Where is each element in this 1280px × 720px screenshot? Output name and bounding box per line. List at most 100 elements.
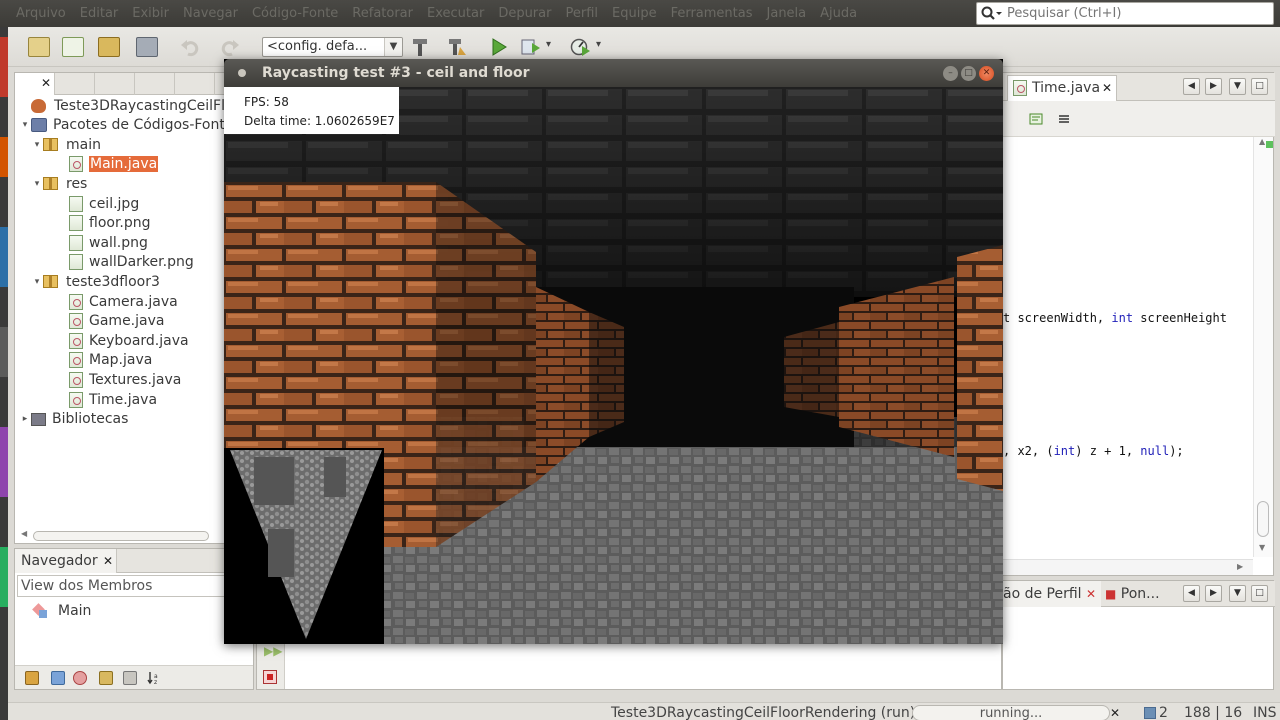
stop-icon[interactable] xyxy=(263,670,277,684)
chevron-down-icon[interactable]: ▼ xyxy=(384,38,402,56)
error-stripe-marker[interactable] xyxy=(1266,141,1273,148)
scroll-tabs-left-button[interactable]: ◀ xyxy=(1183,585,1200,602)
undo-icon[interactable] xyxy=(180,37,202,57)
menu-item[interactable]: Equipe xyxy=(612,6,657,21)
running-task-name[interactable]: Teste3DRaycastingCeilFloorRendering (run… xyxy=(611,703,915,720)
expand-icon[interactable]: ▸ xyxy=(19,414,31,424)
tree-item[interactable]: Game.java xyxy=(57,312,164,331)
collapse-icon[interactable]: ▾ xyxy=(31,277,43,287)
redo-icon[interactable] xyxy=(218,37,240,57)
show-opened-docs-button[interactable]: ▼ xyxy=(1229,78,1246,95)
tree-item[interactable]: ▾ Pacotes de Códigos-Fonte xyxy=(19,116,234,135)
clean-build-icon[interactable] xyxy=(446,37,468,57)
menu-item[interactable]: Refatorar xyxy=(352,6,413,21)
members-view-select[interactable]: View dos Membros xyxy=(17,575,243,597)
new-file-icon[interactable] xyxy=(62,37,84,57)
scroll-thumb[interactable] xyxy=(33,531,209,541)
close-icon[interactable]: ✕ xyxy=(1102,76,1112,100)
tree-item[interactable]: floor.png xyxy=(57,214,151,233)
menu-item[interactable]: Código-Fonte xyxy=(252,6,338,21)
tab-tasks[interactable] xyxy=(135,73,175,95)
menu-item[interactable]: Navegar xyxy=(183,6,238,21)
menu-item[interactable]: Arquivo xyxy=(16,6,66,21)
tab-files[interactable] xyxy=(55,73,95,95)
menu-item[interactable]: Exibir xyxy=(132,6,169,21)
search-input[interactable] xyxy=(1007,5,1269,22)
tree-item[interactable]: Keyboard.java xyxy=(57,331,189,350)
tab-projects[interactable]: ✕ xyxy=(15,73,55,95)
scroll-up-icon[interactable]: ▲ xyxy=(1259,137,1265,146)
code-area[interactable]: t screenWidth, int screenHeight , x2, (i… xyxy=(1003,137,1253,559)
tree-item[interactable]: ceil.jpg xyxy=(57,194,139,213)
tree-item[interactable]: ▾ main xyxy=(31,135,101,154)
tree-item[interactable]: Camera.java xyxy=(57,292,178,311)
menu-item[interactable]: Executar xyxy=(427,6,484,21)
lock-icon[interactable] xyxy=(99,671,113,685)
tree-item[interactable]: Map.java xyxy=(57,351,152,370)
format-icon[interactable] xyxy=(1057,112,1071,126)
filter-static-icon[interactable] xyxy=(51,671,65,685)
tree-item[interactable]: wallDarker.png xyxy=(57,253,194,272)
tab-favorites[interactable] xyxy=(175,73,215,95)
menu-item[interactable]: Ajuda xyxy=(820,6,857,21)
horizontal-scrollbar[interactable]: ◀ xyxy=(19,529,239,541)
notifications[interactable]: 2 xyxy=(1144,703,1168,720)
menu-item[interactable]: Depurar xyxy=(498,6,551,21)
tab-profiler[interactable]: ão de Perfil ✕ xyxy=(1003,581,1101,607)
open-project-icon[interactable] xyxy=(98,37,120,57)
search-box[interactable] xyxy=(976,2,1274,25)
run-icon[interactable] xyxy=(488,37,510,57)
game-viewport[interactable]: FPS: 58 Delta time: 1.0602659E7 xyxy=(224,87,1003,644)
scroll-left-icon[interactable]: ◀ xyxy=(21,529,27,538)
build-icon[interactable] xyxy=(410,37,432,57)
tree-item[interactable]: Time.java xyxy=(57,390,157,409)
sort-by-source-icon[interactable] xyxy=(123,671,137,685)
tree-item[interactable]: Textures.java xyxy=(57,370,181,389)
tab-breakpoints[interactable]: ■ Pon... xyxy=(1103,581,1183,607)
menu-item[interactable]: Ferramentas xyxy=(671,6,753,21)
scroll-down-icon[interactable]: ▼ xyxy=(1259,543,1265,552)
collapse-icon[interactable]: ▾ xyxy=(19,120,31,130)
tree-item[interactable]: ▾ teste3dfloor3 xyxy=(31,272,160,291)
tree-item[interactable]: Teste3DRaycastingCeilFloorRendering xyxy=(19,96,253,115)
scroll-thumb[interactable] xyxy=(1257,501,1269,537)
menu-item[interactable]: Editar xyxy=(80,6,119,21)
close-icon[interactable]: ✕ xyxy=(1086,587,1096,601)
sort-by-name-icon[interactable]: az xyxy=(147,671,161,686)
tree-item[interactable]: ▾ res xyxy=(31,174,88,193)
scroll-tabs-left-button[interactable]: ◀ xyxy=(1183,78,1200,95)
new-project-icon[interactable] xyxy=(28,37,50,57)
scroll-right-icon[interactable]: ▶ xyxy=(1237,562,1243,571)
toggle-comment-icon[interactable] xyxy=(1029,112,1043,126)
debug-icon[interactable] xyxy=(520,37,551,57)
minimize-button[interactable]: – xyxy=(943,66,958,81)
tab-services[interactable] xyxy=(95,73,135,95)
filter-fields-icon[interactable] xyxy=(25,671,39,685)
profile-icon[interactable] xyxy=(570,37,601,57)
vertical-scrollbar[interactable]: ▲ ▼ xyxy=(1253,137,1273,557)
close-window-button[interactable]: ✕ xyxy=(979,66,994,81)
menu-item[interactable]: Perfil xyxy=(565,6,598,21)
collapse-icon[interactable]: ▾ xyxy=(31,179,43,189)
cancel-task-icon[interactable]: ✕ xyxy=(1110,706,1120,720)
scroll-tabs-right-button[interactable]: ▶ xyxy=(1205,78,1222,95)
collapse-icon[interactable]: ▾ xyxy=(31,140,43,150)
tree-item[interactable]: wall.png xyxy=(57,233,148,252)
game-window-titlebar[interactable]: Raycasting test #3 - ceil and floor – □ … xyxy=(224,59,1003,87)
config-select[interactable]: <config. defa... ▼ xyxy=(262,37,403,57)
navigator-root-item[interactable]: Main xyxy=(33,601,91,621)
close-icon[interactable]: ✕ xyxy=(41,76,51,90)
scroll-tabs-right-button[interactable]: ▶ xyxy=(1205,585,1222,602)
tab-time-java[interactable]: Time.java ✕ xyxy=(1007,75,1117,101)
close-icon[interactable]: ✕ xyxy=(103,549,113,573)
show-opened-docs-button[interactable]: ▼ xyxy=(1229,585,1246,602)
maximize-window-button[interactable]: □ xyxy=(1251,78,1268,95)
menu-item[interactable]: Janela xyxy=(767,6,807,21)
rerun-icon[interactable]: ▶▶ xyxy=(264,644,282,658)
progress-bar[interactable]: running... xyxy=(912,705,1110,720)
tab-navigator[interactable]: Navegador ✕ xyxy=(15,549,117,573)
filter-inherited-icon[interactable] xyxy=(73,671,87,685)
maximize-window-button[interactable]: □ xyxy=(1251,585,1268,602)
tree-item[interactable]: Main.java xyxy=(57,155,159,174)
horizontal-scrollbar[interactable]: ▶ xyxy=(1003,559,1253,575)
